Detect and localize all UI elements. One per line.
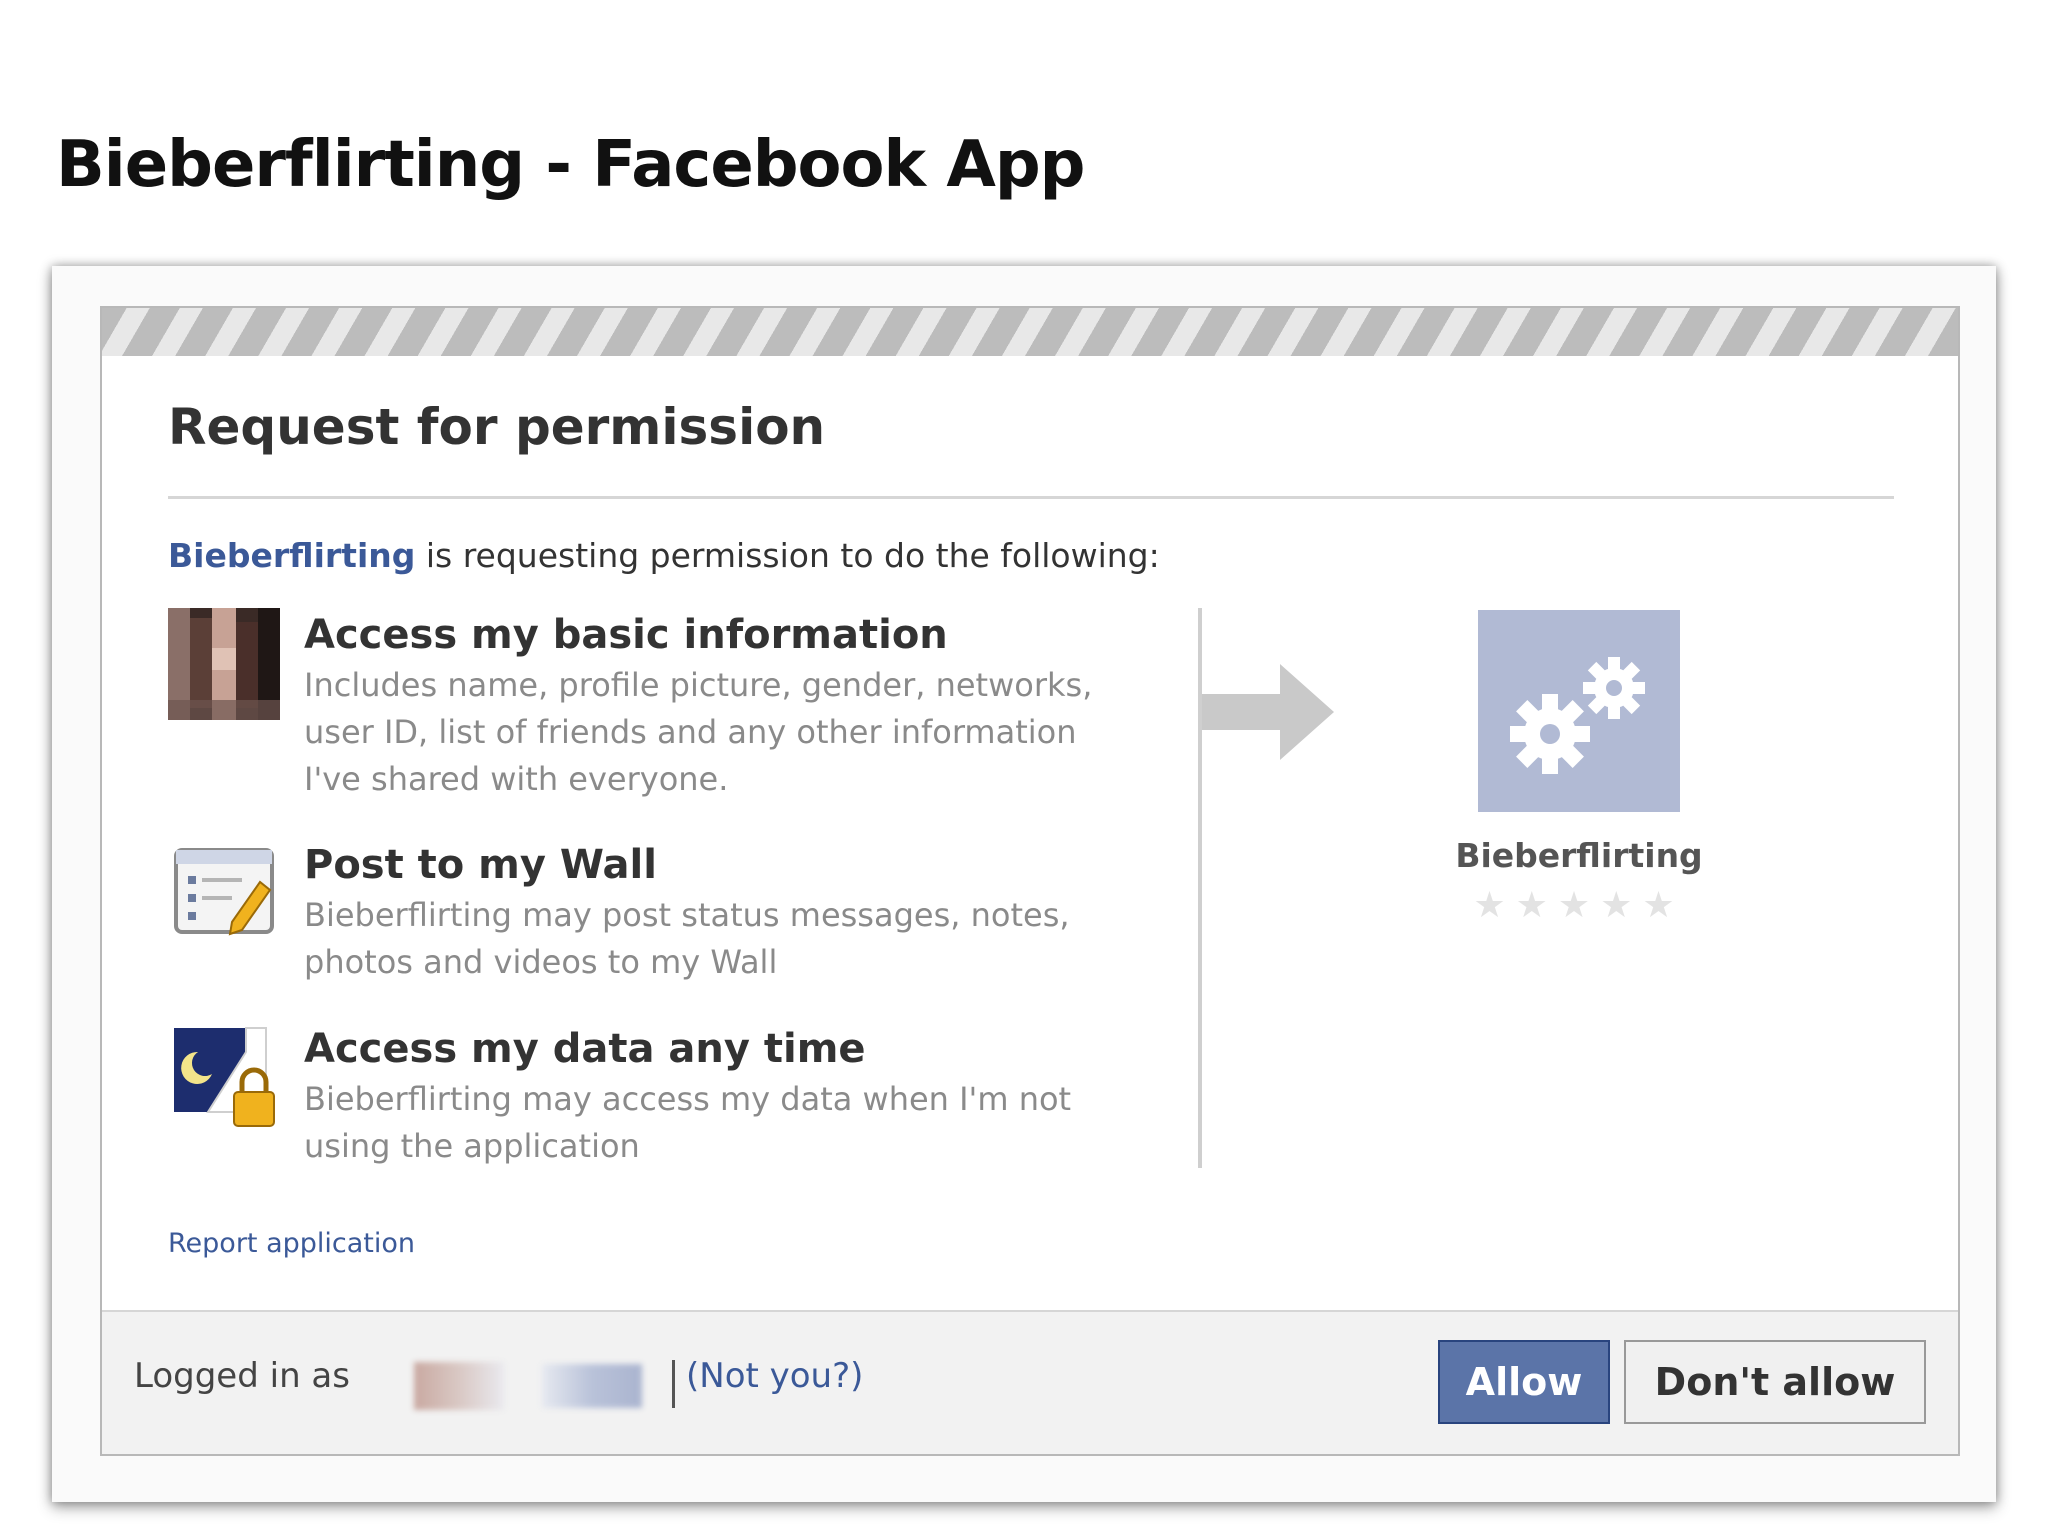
slide-title: Bieberflirting - Facebook App <box>56 128 1085 202</box>
user-avatar <box>414 1362 504 1410</box>
app-name[interactable]: Bieberflirting <box>1382 836 1776 875</box>
gears-icon <box>1478 610 1680 812</box>
permission-description: Includes name, profile picture, gender, … <box>304 666 1093 798</box>
permission-description: Bieberflirting may access my data when I… <box>304 1080 1072 1165</box>
screenshot-frame: Request for permission Bieberflirting is… <box>52 266 1996 1502</box>
arrow-right-icon <box>1202 664 1334 760</box>
dont-allow-button[interactable]: Don't allow <box>1624 1340 1926 1424</box>
dialog-title: Request for permission <box>168 398 826 456</box>
dialog-footer: Logged in as (Not you?) Allow Don't allo… <box>102 1310 1958 1454</box>
footer-separator <box>672 1360 675 1408</box>
profile-photo-icon <box>168 608 280 720</box>
permission-text: Access my data any time Bieberflirting m… <box>304 1022 1184 1170</box>
dialog-header-bar <box>102 308 1958 356</box>
permission-title: Access my basic information <box>304 612 948 658</box>
permission-description: Bieberflirting may post status messages,… <box>304 896 1070 981</box>
rating-stars-icon: ★★★★★ <box>1473 884 1685 925</box>
intro-sentence: is requesting permission to do the follo… <box>415 536 1160 575</box>
report-application-link[interactable]: Report application <box>168 1228 415 1259</box>
permission-text: Access my basic information Includes nam… <box>304 608 1184 803</box>
intro-text: Bieberflirting is requesting permission … <box>168 536 1160 575</box>
permission-dialog: Request for permission Bieberflirting is… <box>100 306 1960 1456</box>
permission-title: Post to my Wall <box>304 842 657 888</box>
permission-text: Post to my Wall Bieberflirting may post … <box>304 838 1184 986</box>
allow-button[interactable]: Allow <box>1438 1340 1610 1424</box>
permission-title: Access my data any time <box>304 1026 866 1072</box>
offline-access-icon <box>168 1022 280 1134</box>
title-divider <box>168 496 1894 499</box>
not-you-link[interactable]: (Not you?) <box>686 1356 863 1396</box>
user-name-blurred <box>542 1364 642 1408</box>
logged-in-label: Logged in as <box>134 1356 350 1396</box>
wall-post-icon <box>168 838 280 950</box>
intro-app-link[interactable]: Bieberflirting <box>168 536 415 575</box>
